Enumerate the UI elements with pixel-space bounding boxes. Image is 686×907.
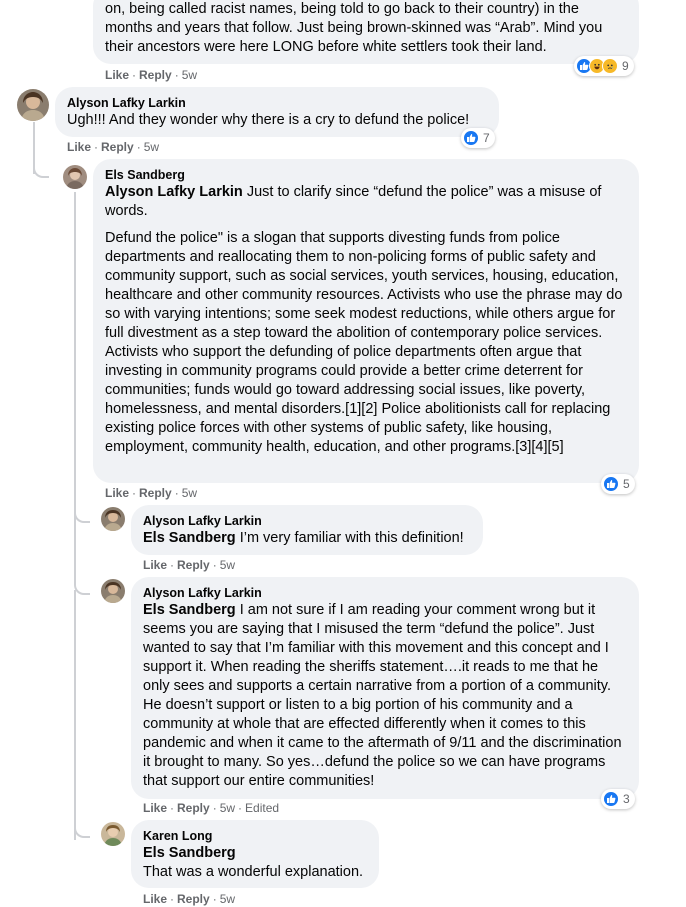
mention-tag[interactable]: Els Sandberg bbox=[143, 602, 236, 618]
thread-line bbox=[74, 590, 76, 840]
like-link[interactable]: Like bbox=[143, 892, 167, 906]
like-link[interactable]: Like bbox=[143, 558, 167, 572]
like-link[interactable]: Like bbox=[105, 68, 129, 82]
reaction-count: 3 bbox=[623, 792, 630, 806]
mention-tag[interactable]: Els Sandberg bbox=[143, 530, 236, 546]
avatar[interactable] bbox=[101, 579, 125, 603]
comment-text: Ugh!!! And they wonder why there is a cr… bbox=[67, 112, 470, 128]
comment-actions: Like · Reply · 5w bbox=[143, 558, 236, 572]
comment-text-body: I am not sure if I am reading your comme… bbox=[143, 602, 622, 789]
comment-bubble: Alyson Lafky Larkin Ugh!!! And they wond… bbox=[55, 87, 499, 137]
like-icon bbox=[603, 791, 619, 807]
reply-link[interactable]: Reply bbox=[101, 140, 134, 154]
thread-curve bbox=[33, 160, 49, 178]
comment-text-line: their ancestors were here LONG before wh… bbox=[105, 39, 547, 55]
comment-actions: Like · Reply · 5w bbox=[105, 486, 198, 500]
comment-bubble: Els Sandberg Alyson Lafky Larkin Just to… bbox=[93, 159, 639, 483]
reaction-summary[interactable]: 5 bbox=[601, 474, 635, 494]
timestamp[interactable]: 5w bbox=[144, 140, 159, 154]
like-icon bbox=[603, 476, 619, 492]
edited-label[interactable]: Edited bbox=[245, 801, 279, 815]
comment-actions: Like · Reply · 5w bbox=[143, 892, 236, 906]
comment-bubble: Alyson Lafky Larkin Els Sandberg I’m ver… bbox=[131, 505, 483, 555]
reaction-count: 9 bbox=[622, 59, 629, 73]
comment-author[interactable]: Karen Long bbox=[143, 828, 367, 844]
sad-icon bbox=[602, 58, 618, 74]
comment-author[interactable]: Els Sandberg bbox=[105, 167, 627, 183]
comment-actions: Like · Reply · 5w bbox=[105, 68, 198, 82]
like-icon bbox=[463, 130, 479, 146]
reply-link[interactable]: Reply bbox=[139, 486, 172, 500]
comment-text: Alyson Lafky Larkin Just to clarify sinc… bbox=[105, 183, 627, 221]
comment-author[interactable]: Alyson Lafky Larkin bbox=[67, 95, 487, 111]
like-link[interactable]: Like bbox=[67, 140, 91, 154]
timestamp[interactable]: 5w bbox=[220, 892, 235, 906]
reply-link[interactable]: Reply bbox=[177, 801, 210, 815]
comment-author[interactable]: Alyson Lafky Larkin bbox=[143, 513, 471, 529]
comment-text-line: on, being called racist names, being tol… bbox=[105, 1, 579, 17]
comment-bubble: on, being called racist names, being tol… bbox=[93, 0, 639, 64]
comment-paragraph: Defund the police" is a slogan that supp… bbox=[105, 230, 623, 455]
mention-tag[interactable]: Els Sandberg bbox=[143, 844, 367, 863]
reply-link[interactable]: Reply bbox=[177, 892, 210, 906]
like-link[interactable]: Like bbox=[105, 486, 129, 500]
timestamp[interactable]: 5w bbox=[220, 558, 235, 572]
comment-author[interactable]: Alyson Lafky Larkin bbox=[143, 585, 627, 601]
thread-curve bbox=[74, 505, 90, 595]
mention-tag[interactable]: Alyson Lafky Larkin bbox=[105, 184, 243, 200]
timestamp[interactable]: 5w bbox=[220, 801, 235, 815]
comment-text-body: That was a wonderful explanation. bbox=[143, 864, 364, 880]
comment-text-line: months and years that follow. Just being… bbox=[105, 20, 603, 36]
reply-link[interactable]: Reply bbox=[177, 558, 210, 572]
comment-text-body: I’m very familiar with this definition! bbox=[235, 530, 464, 546]
reaction-summary[interactable]: 3 bbox=[601, 789, 635, 809]
comment-text: Els Sandberg I’m very familiar with this… bbox=[143, 529, 471, 548]
thread-curve bbox=[74, 820, 90, 838]
timestamp[interactable]: 5w bbox=[182, 68, 197, 82]
avatar[interactable] bbox=[63, 165, 87, 189]
avatar[interactable] bbox=[17, 89, 49, 121]
reaction-summary[interactable]: 9 bbox=[574, 56, 634, 76]
reply-link[interactable]: Reply bbox=[139, 68, 172, 82]
reaction-summary[interactable]: 7 bbox=[461, 128, 495, 148]
comment-text: on, being called racist names, being tol… bbox=[105, 0, 627, 57]
reaction-count: 5 bbox=[623, 477, 630, 491]
comment-bubble: Alyson Lafky Larkin Els Sandberg I am no… bbox=[131, 577, 639, 799]
thread-line bbox=[74, 192, 76, 522]
like-link[interactable]: Like bbox=[143, 801, 167, 815]
comment-bubble: Karen Long Els Sandberg That was a wonde… bbox=[131, 820, 379, 888]
reaction-count: 7 bbox=[483, 131, 490, 145]
timestamp[interactable]: 5w bbox=[182, 486, 197, 500]
comment-text: Els Sandberg I am not sure if I am readi… bbox=[143, 601, 627, 791]
comment-actions: Like · Reply · 5w bbox=[67, 140, 160, 154]
avatar[interactable] bbox=[101, 822, 125, 846]
avatar[interactable] bbox=[101, 507, 125, 531]
comment-text: Els Sandberg That was a wonderful explan… bbox=[143, 844, 367, 882]
comment-actions: Like · Reply · 5w · Edited bbox=[143, 801, 280, 815]
